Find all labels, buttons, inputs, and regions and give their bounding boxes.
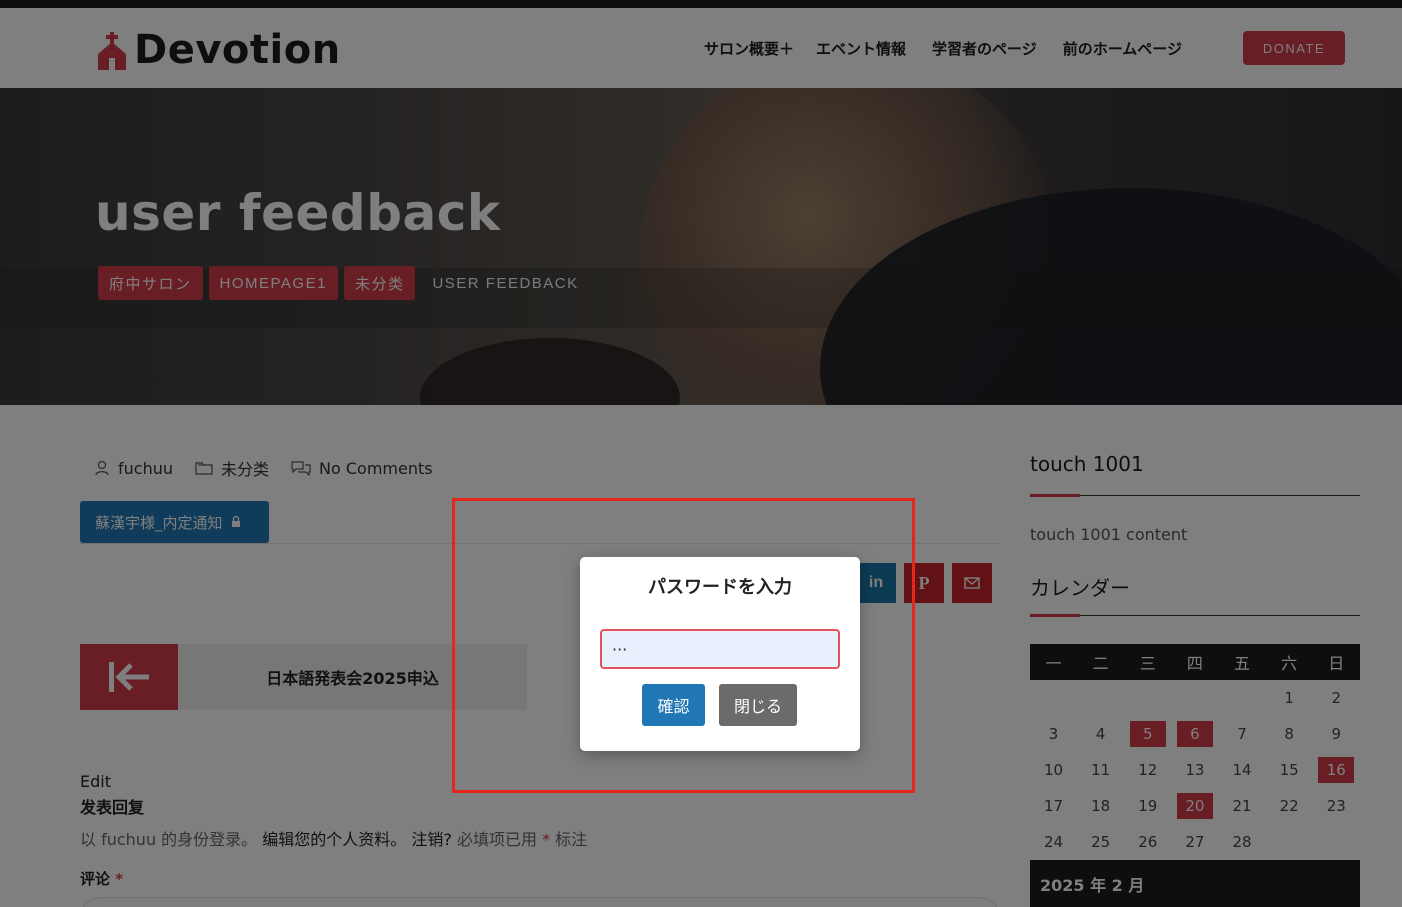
password-dialog: パスワードを入力 確認 閉じる <box>580 557 860 751</box>
close-button[interactable]: 閉じる <box>719 684 797 726</box>
confirm-button[interactable]: 確認 <box>642 684 705 726</box>
password-input[interactable] <box>600 629 840 669</box>
dialog-title: パスワードを入力 <box>648 577 792 598</box>
